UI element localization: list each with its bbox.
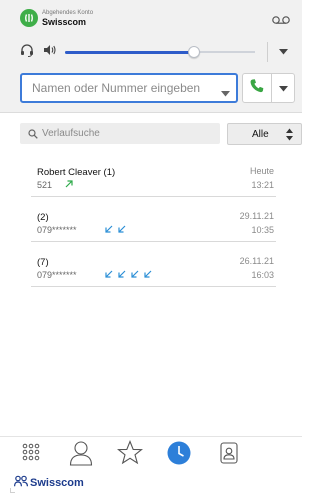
outgoing-account[interactable]: Abgehendes Konto Swisscom (20, 9, 93, 27)
volume-slider[interactable] (65, 43, 255, 61)
incoming-call-icon (105, 270, 113, 278)
call-button[interactable] (242, 73, 272, 103)
bottom-nav (0, 440, 302, 470)
nav-contacts[interactable] (66, 440, 96, 470)
history-search-input[interactable] (42, 123, 212, 144)
entry-number: 079******* (37, 225, 77, 235)
search-icon (28, 128, 38, 139)
nav-divider (0, 436, 302, 437)
contacts-icon (69, 440, 93, 471)
swisscom-logo-icon (20, 9, 38, 27)
call-direction-icons (65, 180, 78, 188)
headset-icon[interactable] (20, 43, 34, 62)
nav-favorites[interactable] (115, 440, 145, 470)
resize-grip[interactable] (10, 488, 15, 493)
entry-name: (2) (37, 212, 49, 223)
phone-icon (249, 78, 265, 99)
history-entry[interactable]: (2) 079******* 29.11.21 10:35 (31, 205, 276, 242)
top-bar: Abgehendes Konto Swisscom (0, 0, 302, 113)
history-search[interactable] (20, 123, 220, 144)
incoming-call-icon (118, 225, 126, 233)
account-name: Swisscom (42, 16, 87, 27)
incoming-call-icon (131, 270, 139, 278)
volume-fill (65, 51, 195, 54)
entry-name: (7) (37, 257, 49, 268)
call-history-list: Robert Cleaver (1) 521 Heute 13:21 (2) 0… (31, 160, 276, 295)
brand-name: Swisscom (30, 477, 84, 489)
dial-history-dropdown-icon[interactable] (221, 84, 230, 102)
entry-time: 10:35 (251, 225, 274, 235)
call-options-button[interactable] (271, 73, 295, 103)
entry-date: 26.11.21 (239, 256, 274, 266)
call-direction-icons (105, 270, 157, 278)
filter-value: Alle (252, 128, 269, 140)
swisscom-brand: Swisscom (14, 474, 84, 492)
history-entry[interactable]: Robert Cleaver (1) 521 Heute 13:21 (31, 160, 276, 197)
dial-input[interactable] (22, 76, 202, 100)
account-label: Abgehendes Konto (42, 9, 94, 16)
clock-icon (167, 441, 191, 470)
nav-history[interactable] (164, 440, 194, 470)
speaker-icon[interactable] (43, 43, 57, 61)
entry-number: 521 (37, 180, 53, 190)
chevron-down-icon (278, 79, 288, 97)
audio-divider (267, 42, 268, 62)
volume-thumb[interactable] (188, 46, 201, 58)
star-icon (116, 440, 144, 470)
swisscom-brand-icon (14, 474, 28, 492)
address-book-icon (219, 441, 239, 469)
entry-date: Heute (249, 166, 274, 176)
voicemail-icon[interactable] (272, 12, 290, 30)
history-entry[interactable]: (7) 079******* 26.11.21 16:03 (31, 250, 276, 287)
audio-device-dropdown-icon[interactable] (276, 46, 290, 58)
dialpad-icon (21, 443, 41, 468)
entry-number: 079******* (37, 270, 77, 280)
dial-row (20, 73, 295, 103)
incoming-call-icon (118, 270, 126, 278)
nav-phonebook[interactable] (214, 440, 244, 470)
entry-name: Robert Cleaver (1) (37, 167, 116, 178)
call-direction-icons (105, 225, 131, 233)
incoming-call-icon (105, 225, 113, 233)
dial-field[interactable] (20, 73, 238, 103)
outgoing-call-icon (65, 180, 73, 188)
nav-dialpad[interactable] (16, 440, 46, 470)
history-search-row: Alle (20, 123, 302, 145)
incoming-call-icon (144, 270, 152, 278)
history-filter-select[interactable]: Alle (227, 123, 302, 145)
select-arrows-icon (286, 128, 293, 146)
audio-controls (20, 40, 292, 64)
entry-time: 13:21 (251, 180, 274, 190)
entry-date: 29.11.21 (239, 211, 274, 221)
entry-time: 16:03 (251, 270, 274, 280)
